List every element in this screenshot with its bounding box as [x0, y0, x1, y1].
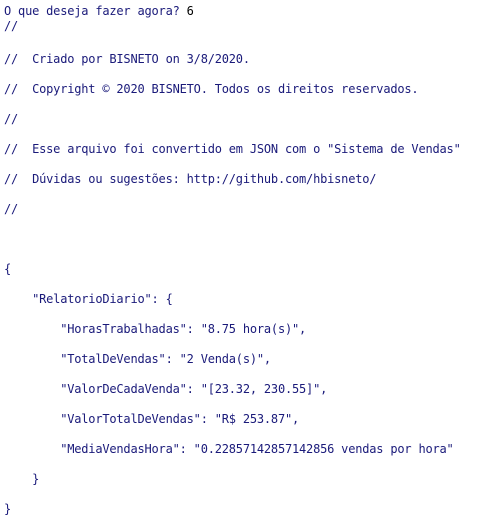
json-line: "MediaVendasHora": "0.22857142857142856 … — [4, 442, 454, 456]
comment-line: // — [4, 112, 19, 126]
json-line: "ValorDeCadaVenda": "[23.32, 230.55]", — [4, 382, 328, 396]
prompt-line: O que deseja fazer agora? 6 — [4, 4, 194, 18]
json-line: "ValorTotalDeVendas": "R$ 253.87", — [4, 412, 300, 426]
comment-line: // Criado por BISNETO on 3/8/2020. — [4, 52, 250, 66]
comment-line: // — [4, 202, 19, 216]
prompt-answer: 6 — [186, 4, 194, 18]
comment-line: // Copyright © 2020 BISNETO. Todos os di… — [4, 82, 419, 96]
comment-line: // Dúvidas ou sugestões: http://github.c… — [4, 172, 377, 186]
comment-line: // Esse arquivo foi convertido em JSON c… — [4, 142, 461, 156]
json-line: } — [4, 472, 40, 486]
terminal-output: O que deseja fazer agora? 6 // // Criado… — [0, 0, 486, 526]
json-line: "RelatorioDiario": { — [4, 292, 173, 306]
json-line: { — [4, 262, 12, 276]
json-line: "TotalDeVendas": "2 Venda(s)", — [4, 352, 271, 366]
json-line: "HorasTrabalhadas": "8.75 hora(s)", — [4, 322, 307, 336]
prompt-question: O que deseja fazer agora? — [4, 4, 187, 18]
comment-line: // — [4, 19, 19, 33]
json-line: } — [4, 502, 12, 516]
